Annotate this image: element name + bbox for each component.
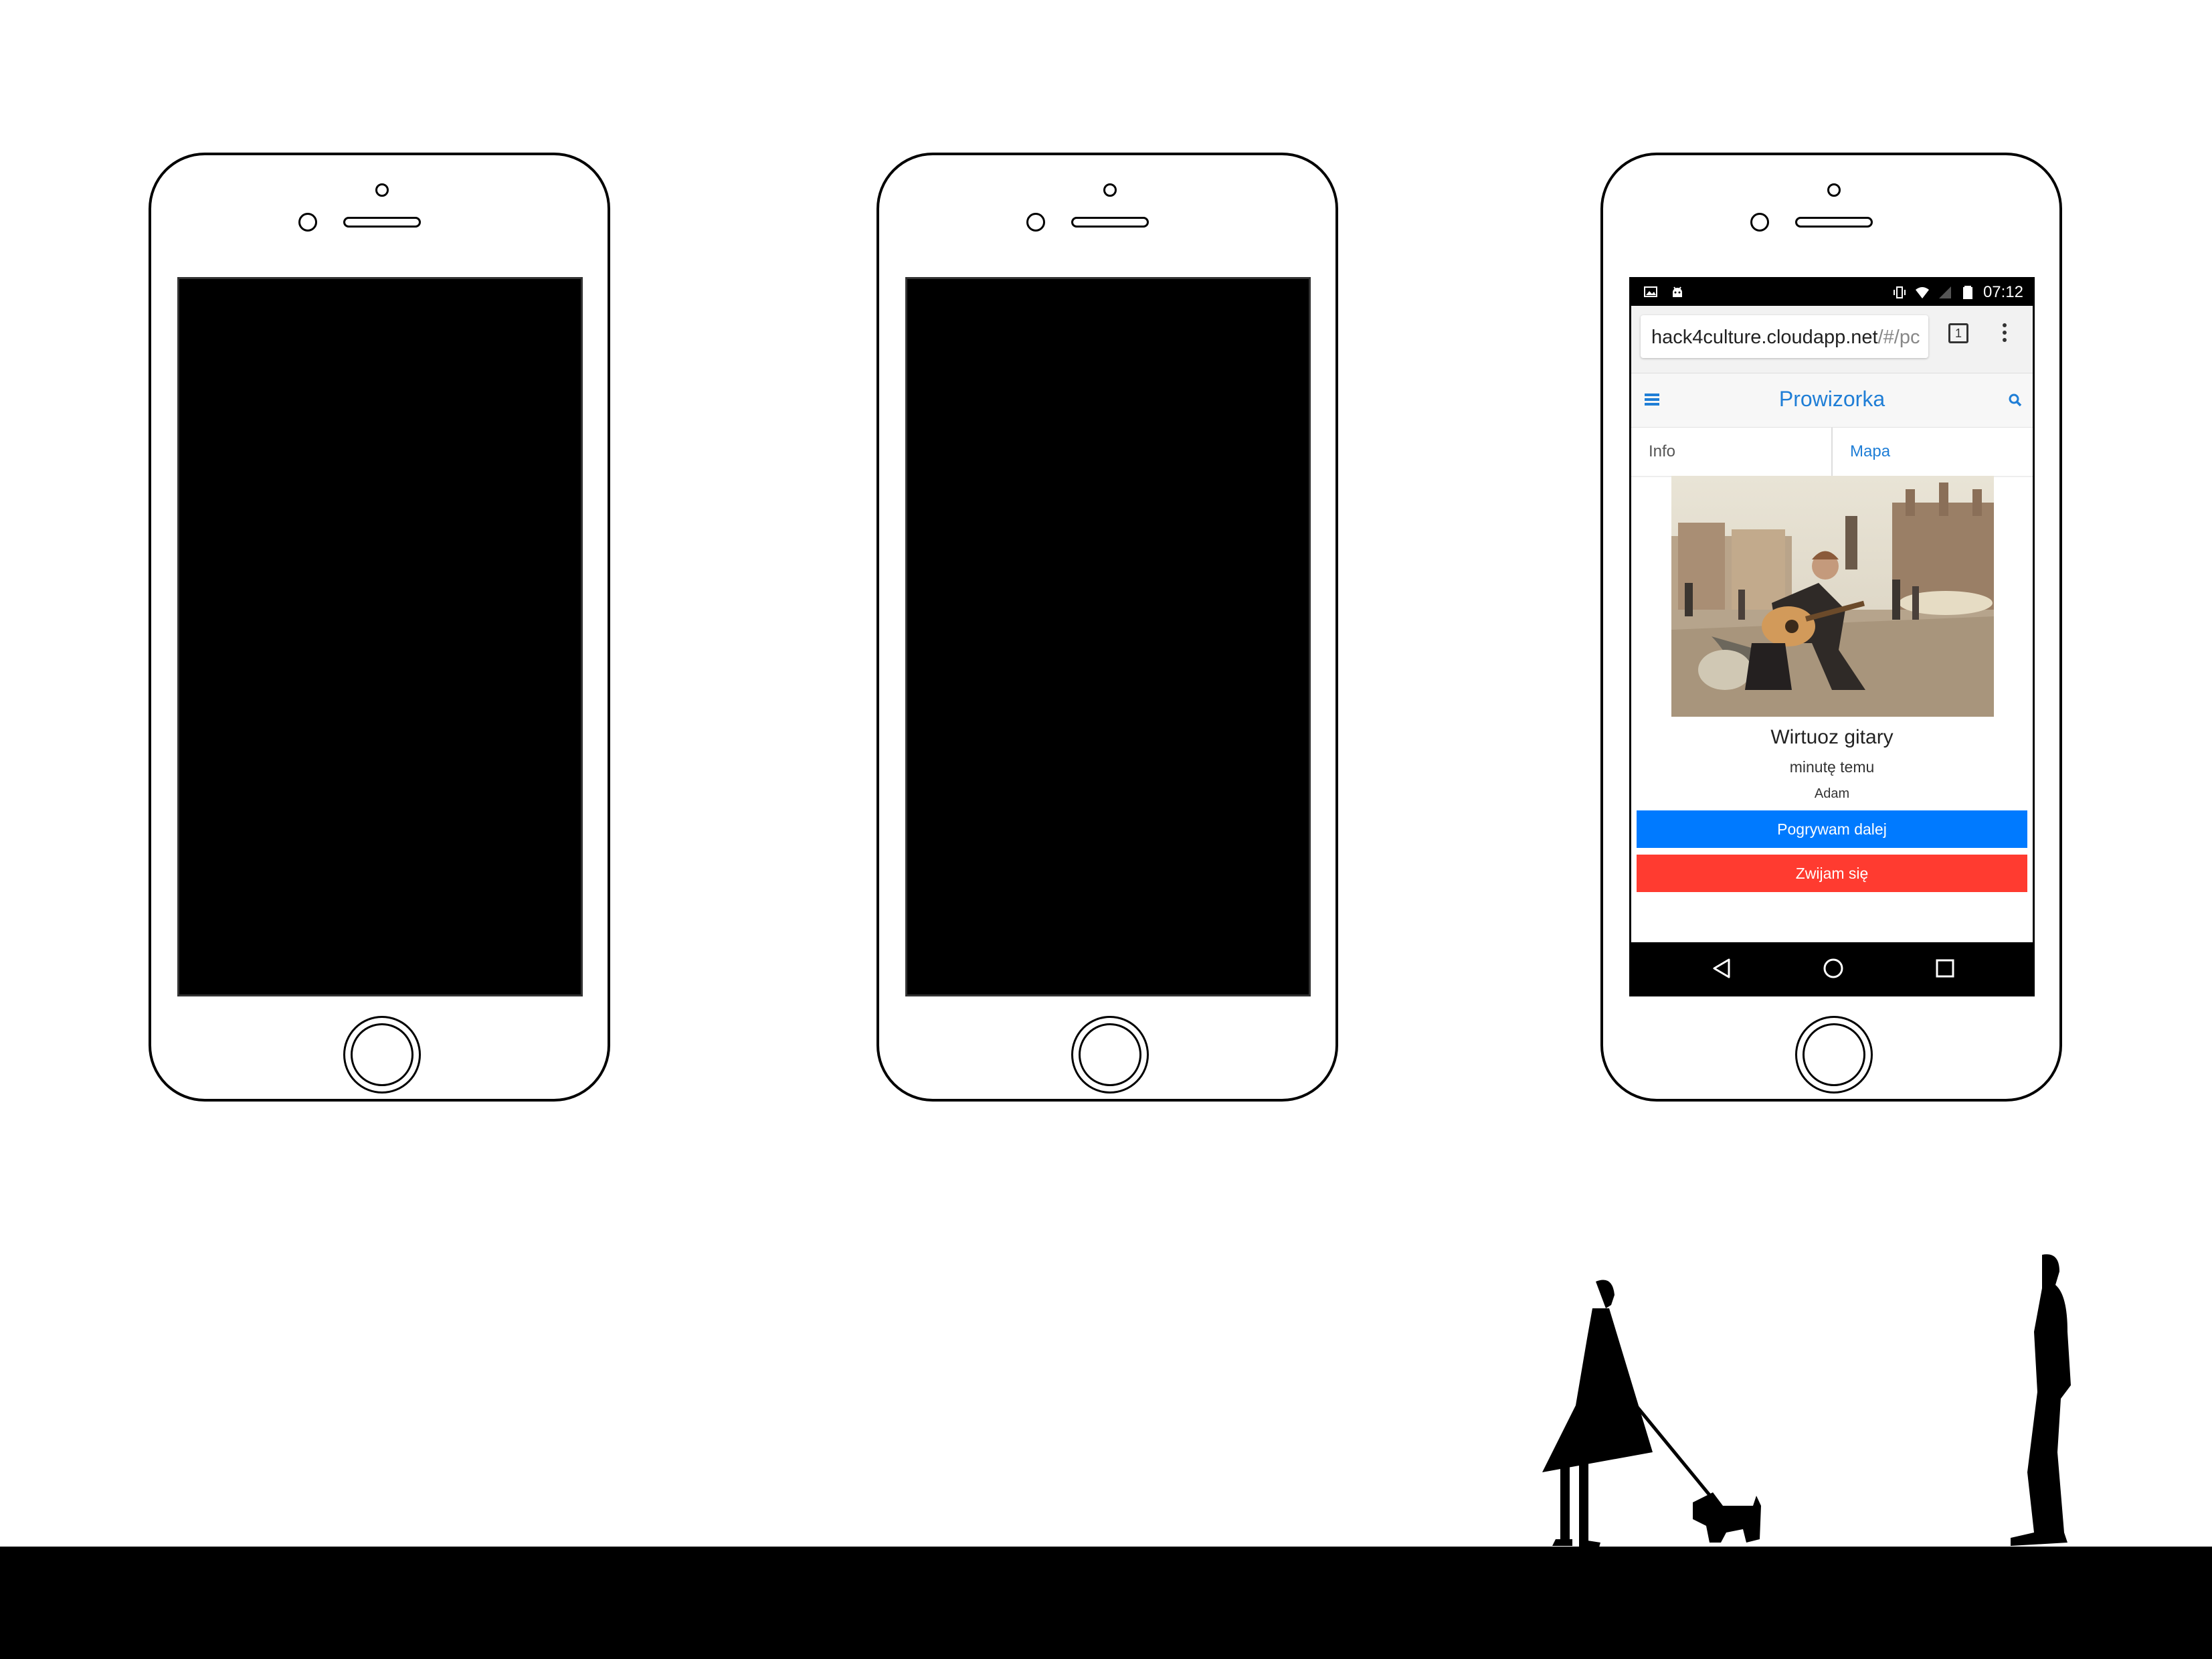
woman-with-dog-silhouette <box>1542 1280 1761 1547</box>
ground-band <box>0 1547 2212 1659</box>
standing-man-silhouette <box>2011 1254 2071 1546</box>
silhouette-illustration <box>1542 1254 2071 1547</box>
